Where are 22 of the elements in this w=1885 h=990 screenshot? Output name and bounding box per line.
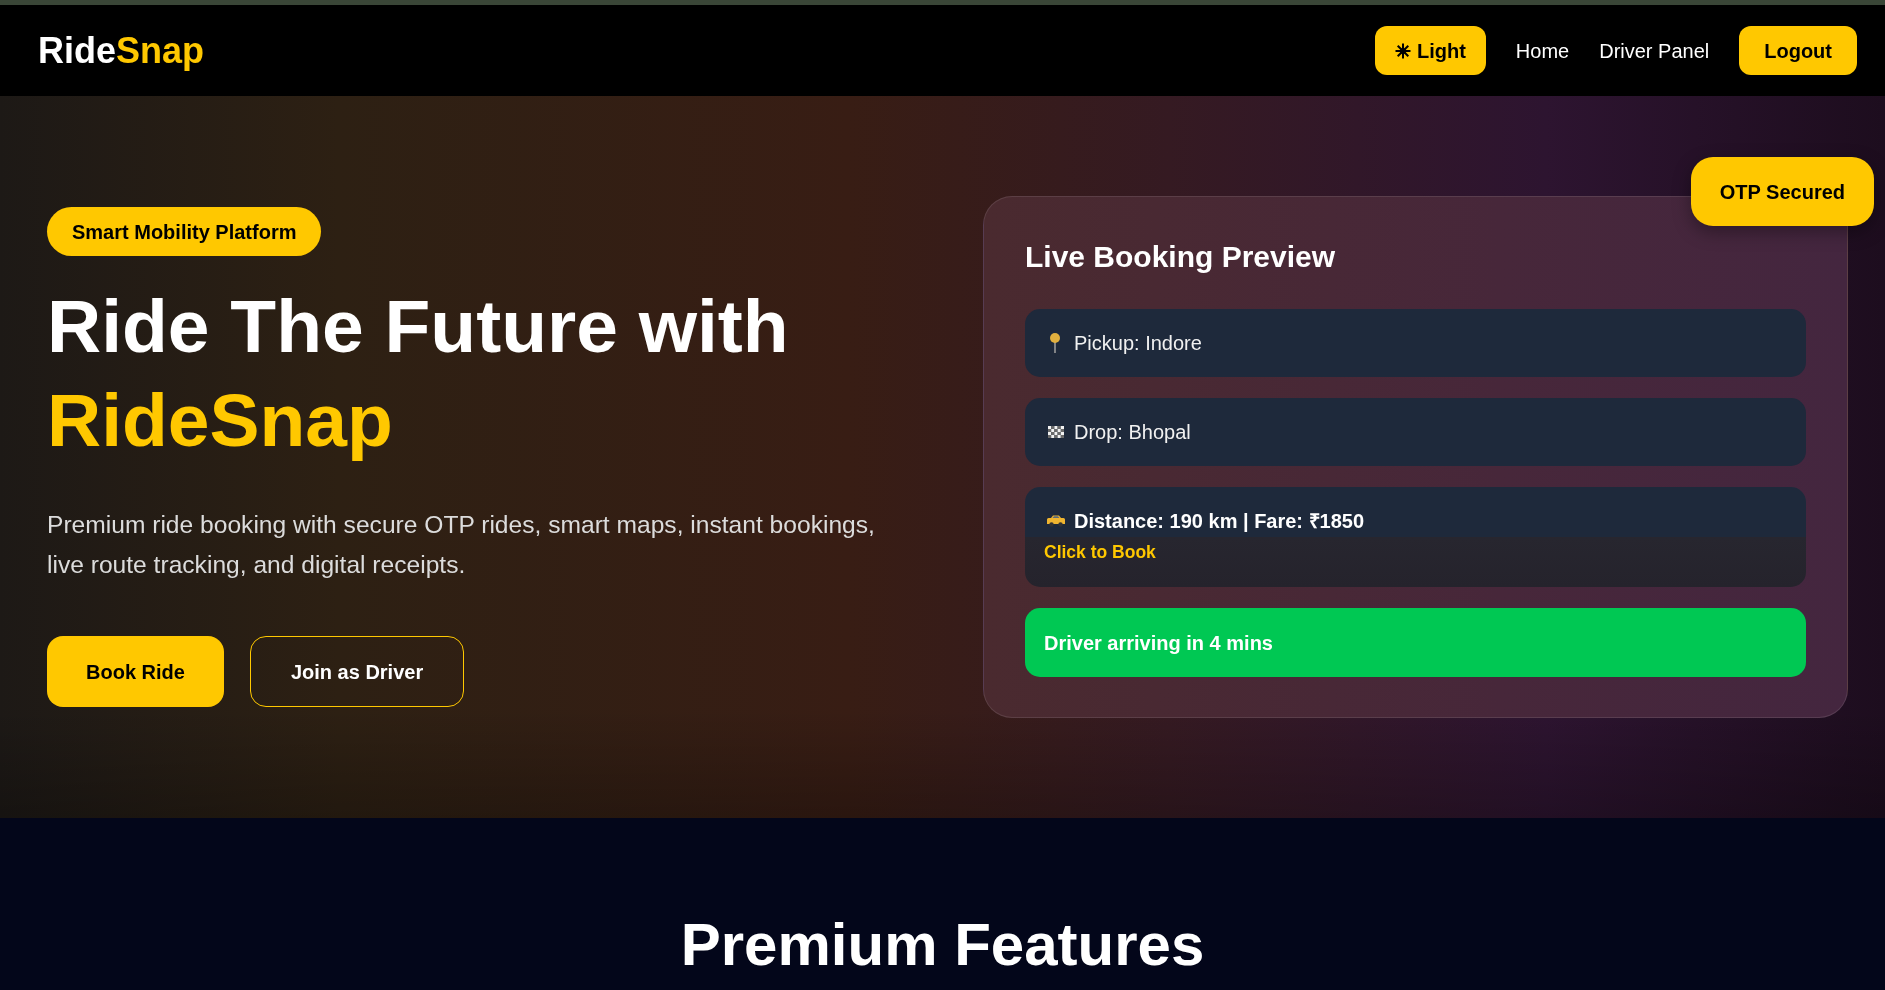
nav-link[interactable]: Home	[1515, 38, 1570, 63]
platform-badge: Smart Mobility Platform	[47, 207, 322, 256]
logout-button[interactable]: Logout	[1739, 26, 1857, 75]
pin-icon	[1049, 333, 1061, 353]
book-ride-button[interactable]: Book Ride	[47, 636, 224, 707]
pickup-text: Pickup: Indore	[1074, 331, 1202, 355]
theme-toggle-button[interactable]: Light	[1374, 26, 1486, 75]
logo[interactable]: RideSnap	[38, 29, 205, 72]
join-driver-button[interactable]: Join as Driver	[249, 636, 465, 707]
features-title: Premium Features	[680, 910, 1205, 980]
card-title: Live Booking Preview	[1025, 239, 1337, 275]
nav-link[interactable]: Driver Panel	[1599, 38, 1710, 63]
checkered-flag-icon	[1048, 426, 1064, 438]
sun-icon	[1394, 42, 1411, 59]
status-text: Driver arriving in 4 mins	[1044, 630, 1273, 655]
hero-description: Premium ride booking with secure OTP rides, smart maps, instant bookings, live route tracking, and digital receipts.	[47, 510, 876, 580]
click-to-book-link[interactable]: Click to Book	[1044, 542, 1156, 562]
hero-title: Ride The Future with RideSnap	[47, 283, 789, 464]
drop-text: Drop: Bhopal	[1074, 420, 1191, 444]
taxi-icon	[1047, 515, 1065, 527]
fare-text: Distance: 190 km | Fare: ₹1850	[1074, 509, 1365, 533]
otp-secured-badge: OTP Secured	[1690, 157, 1874, 226]
